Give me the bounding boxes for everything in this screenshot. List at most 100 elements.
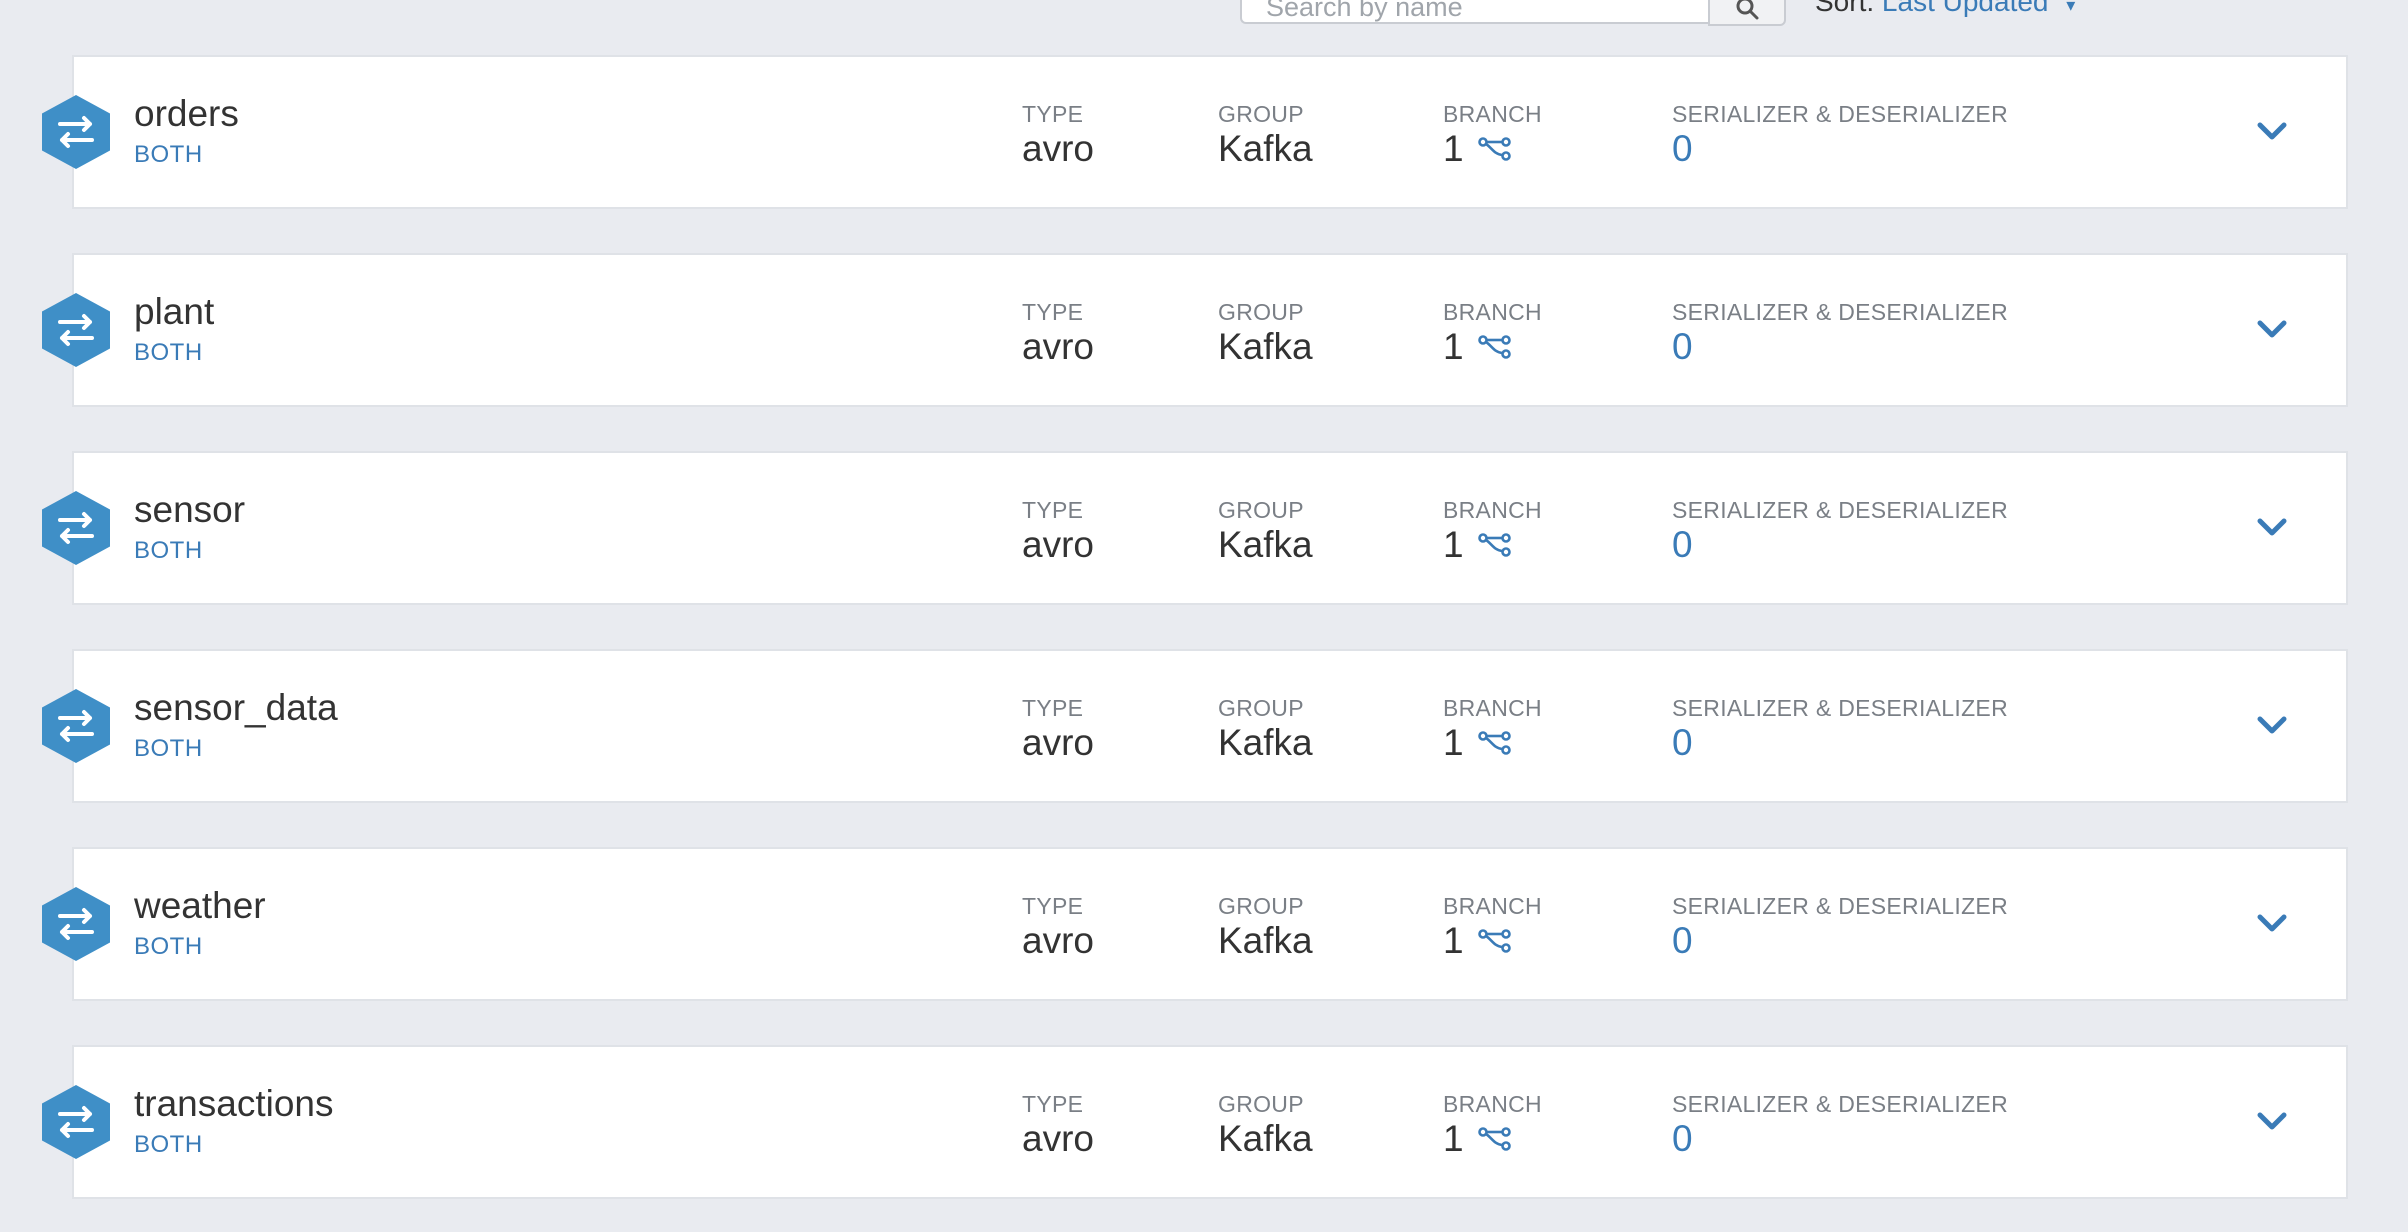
type-column: TYPE avro	[1022, 893, 1094, 962]
schema-card[interactable]: orders BOTH TYPE avro GROUP Kafka BRANCH…	[42, 55, 2348, 209]
search-icon	[1736, 0, 1759, 20]
serde-count[interactable]: 0	[1672, 326, 2008, 368]
toolbar: Sort: Last Updated ▾	[0, 0, 2408, 40]
group-label: GROUP	[1218, 497, 1304, 523]
schema-card[interactable]: weather BOTH TYPE avro GROUP Kafka BRANC…	[42, 847, 2348, 1001]
type-column: TYPE avro	[1022, 695, 1094, 764]
serde-column: SERIALIZER & DESERIALIZER 0	[1672, 695, 2008, 764]
search-button[interactable]	[1708, 0, 1786, 26]
search-group	[1240, 0, 1786, 26]
group-column: GROUP Kafka	[1218, 497, 1313, 566]
type-column: TYPE avro	[1022, 1091, 1094, 1160]
schema-name[interactable]: sensor	[134, 489, 245, 531]
group-column: GROUP Kafka	[1218, 893, 1313, 962]
branch-icon	[1477, 533, 1511, 557]
schema-compat-badge: BOTH	[134, 339, 203, 366]
schema-compat-badge: BOTH	[134, 933, 203, 960]
group-column: GROUP Kafka	[1218, 695, 1313, 764]
schema-name[interactable]: plant	[134, 291, 214, 333]
branch-label: BRANCH	[1443, 1091, 1542, 1117]
swap-arrows-icon	[42, 95, 110, 169]
branch-icon	[1477, 929, 1511, 953]
schema-compat-badge: BOTH	[134, 735, 203, 762]
serde-column: SERIALIZER & DESERIALIZER 0	[1672, 893, 2008, 962]
serde-label: SERIALIZER & DESERIALIZER	[1672, 299, 2008, 325]
branch-count: 1	[1443, 920, 1464, 961]
schema-compat-badge: BOTH	[134, 1131, 203, 1158]
branch-label: BRANCH	[1443, 101, 1542, 127]
swap-arrows-icon	[42, 1085, 110, 1159]
type-value: avro	[1022, 722, 1094, 763]
type-value: avro	[1022, 1118, 1094, 1159]
search-input[interactable]	[1240, 0, 1708, 24]
group-value: Kafka	[1218, 1118, 1313, 1159]
serde-count[interactable]: 0	[1672, 722, 2008, 764]
branch-label: BRANCH	[1443, 299, 1542, 325]
type-column: TYPE avro	[1022, 497, 1094, 566]
chevron-down-icon[interactable]	[2254, 515, 2290, 539]
schema-name[interactable]: weather	[134, 885, 266, 927]
branch-count: 1	[1443, 524, 1464, 565]
serde-column: SERIALIZER & DESERIALIZER 0	[1672, 497, 2008, 566]
serde-count[interactable]: 0	[1672, 920, 2008, 962]
branch-label: BRANCH	[1443, 695, 1542, 721]
schema-card[interactable]: plant BOTH TYPE avro GROUP Kafka BRANCH …	[42, 253, 2348, 407]
serde-label: SERIALIZER & DESERIALIZER	[1672, 695, 2008, 721]
branch-label: BRANCH	[1443, 497, 1542, 523]
group-label: GROUP	[1218, 101, 1304, 127]
chevron-down-icon[interactable]	[2254, 119, 2290, 143]
branch-value-wrap: 1	[1443, 128, 1542, 170]
type-value: avro	[1022, 128, 1094, 169]
branch-count: 1	[1443, 326, 1464, 367]
group-column: GROUP Kafka	[1218, 299, 1313, 368]
branch-value-wrap: 1	[1443, 326, 1542, 368]
sort-label: Sort:	[1815, 0, 1875, 17]
branch-column: BRANCH 1	[1443, 695, 1542, 764]
swap-arrows-icon	[42, 689, 110, 763]
type-value: avro	[1022, 524, 1094, 565]
branch-value-wrap: 1	[1443, 920, 1542, 962]
schema-name[interactable]: orders	[134, 93, 239, 135]
type-column: TYPE avro	[1022, 101, 1094, 170]
type-label: TYPE	[1022, 893, 1084, 919]
serde-label: SERIALIZER & DESERIALIZER	[1672, 497, 2008, 523]
type-value: avro	[1022, 920, 1094, 961]
chevron-down-icon[interactable]	[2254, 1109, 2290, 1133]
schema-card[interactable]: transactions BOTH TYPE avro GROUP Kafka …	[42, 1045, 2348, 1199]
serde-count[interactable]: 0	[1672, 524, 2008, 566]
serde-count[interactable]: 0	[1672, 1118, 2008, 1160]
serde-column: SERIALIZER & DESERIALIZER 0	[1672, 1091, 2008, 1160]
schema-compat-badge: BOTH	[134, 537, 203, 564]
schema-compat-badge: BOTH	[134, 141, 203, 168]
swap-arrows-icon	[42, 887, 110, 961]
group-value: Kafka	[1218, 920, 1313, 961]
branch-count: 1	[1443, 722, 1464, 763]
type-column: TYPE avro	[1022, 299, 1094, 368]
branch-value-wrap: 1	[1443, 1118, 1542, 1160]
branch-icon	[1477, 335, 1511, 359]
group-value: Kafka	[1218, 128, 1313, 169]
schema-name[interactable]: transactions	[134, 1083, 334, 1125]
chevron-down-icon[interactable]	[2254, 317, 2290, 341]
schema-card[interactable]: sensor_data BOTH TYPE avro GROUP Kafka B…	[42, 649, 2348, 803]
branch-column: BRANCH 1	[1443, 497, 1542, 566]
group-label: GROUP	[1218, 695, 1304, 721]
type-value: avro	[1022, 326, 1094, 367]
chevron-down-icon[interactable]	[2254, 713, 2290, 737]
serde-count[interactable]: 0	[1672, 128, 2008, 170]
group-label: GROUP	[1218, 893, 1304, 919]
group-value: Kafka	[1218, 326, 1313, 367]
group-value: Kafka	[1218, 722, 1313, 763]
serde-label: SERIALIZER & DESERIALIZER	[1672, 1091, 2008, 1117]
sort-value[interactable]: Last Updated	[1882, 0, 2049, 17]
sort-control[interactable]: Sort: Last Updated ▾	[1815, 0, 2075, 18]
type-label: TYPE	[1022, 497, 1084, 523]
branch-icon	[1477, 1127, 1511, 1151]
branch-label: BRANCH	[1443, 893, 1542, 919]
branch-icon	[1477, 731, 1511, 755]
schema-name[interactable]: sensor_data	[134, 687, 338, 729]
schema-card[interactable]: sensor BOTH TYPE avro GROUP Kafka BRANCH…	[42, 451, 2348, 605]
swap-arrows-icon	[42, 293, 110, 367]
chevron-down-icon[interactable]	[2254, 911, 2290, 935]
swap-arrows-icon	[42, 491, 110, 565]
